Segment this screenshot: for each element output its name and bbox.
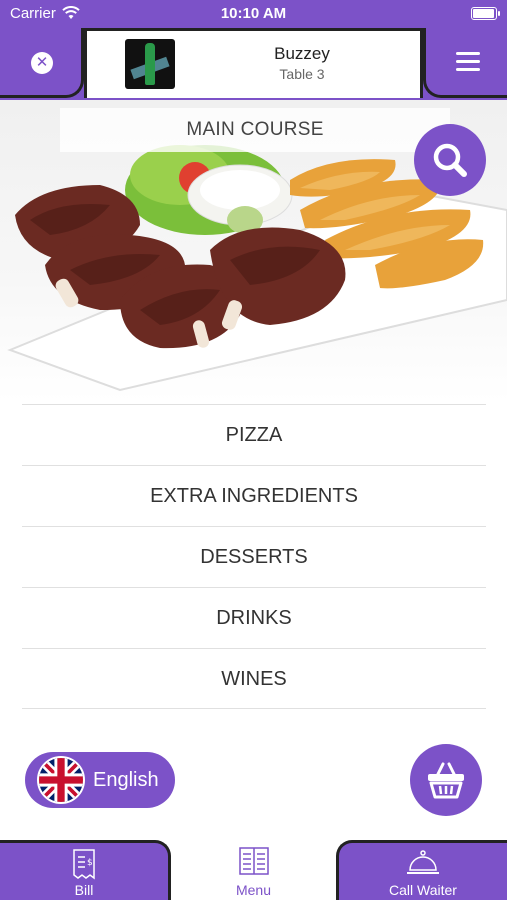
category-item-drinks[interactable]: DRINKS — [22, 587, 486, 648]
language-button[interactable]: English — [25, 752, 175, 808]
venue-logo — [125, 39, 175, 89]
tab-call-waiter[interactable]: Call Waiter — [336, 840, 507, 900]
tab-menu-label: Menu — [235, 882, 272, 898]
category-item-pizza[interactable]: PIZZA — [22, 404, 486, 465]
menu-book-icon — [238, 847, 269, 875]
venue-name: Buzzey — [274, 44, 330, 63]
tab-menu[interactable]: Menu — [171, 840, 336, 900]
search-icon — [433, 143, 467, 177]
search-button[interactable] — [414, 124, 486, 196]
receipt-icon: $ — [73, 849, 95, 880]
hamburger-menu-icon — [456, 52, 480, 76]
category-title: MAIN COURSE — [60, 108, 450, 152]
close-button[interactable]: ✕ — [0, 28, 84, 98]
table-label: Table 3 — [279, 66, 325, 82]
category-item-extra-ingredients[interactable]: EXTRA INGREDIENTS — [22, 465, 486, 526]
battery-icon — [471, 7, 500, 20]
category-item-desserts[interactable]: DESSERTS — [22, 526, 486, 587]
venue-card: Buzzey Table 3 — [84, 28, 423, 98]
hamburger-menu-button[interactable] — [423, 28, 507, 98]
category-list: PIZZA EXTRA INGREDIENTS DESSERTS DRINKS … — [22, 404, 486, 709]
status-time: 10:10 AM — [220, 5, 287, 22]
basket-icon — [428, 762, 464, 799]
language-label: English — [93, 769, 159, 791]
service-bell-icon — [407, 850, 439, 874]
status-bar: Carrier 10:10 AM — [0, 0, 507, 28]
cart-button[interactable] — [410, 744, 482, 816]
tab-call-waiter-label: Call Waiter — [389, 882, 457, 898]
tab-bill[interactable]: $ Bill — [0, 840, 171, 900]
svg-text:$: $ — [87, 858, 93, 868]
close-icon: ✕ — [31, 52, 53, 74]
category-item-wines[interactable]: WINES — [22, 648, 486, 709]
tab-bill-label: Bill — [74, 882, 94, 898]
uk-flag-icon — [37, 756, 85, 804]
